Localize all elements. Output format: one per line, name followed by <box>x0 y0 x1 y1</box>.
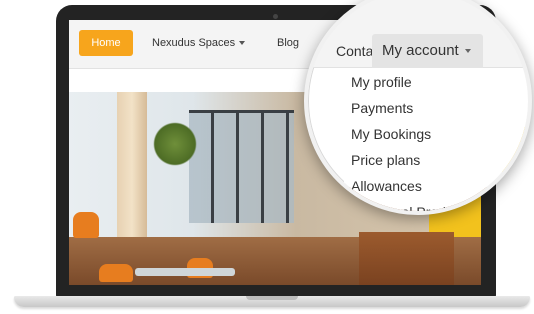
magnified-navbar: Conta My account <box>308 0 528 68</box>
hero-chair <box>73 212 99 238</box>
nav-spaces-label: Nexudus Spaces <box>152 37 236 49</box>
hero-glass-wall <box>189 110 294 223</box>
my-account-label: My account <box>382 42 459 59</box>
nav-spaces-dropdown[interactable]: Nexudus Spaces <box>152 30 246 56</box>
account-dropdown-menu: My profile Payments My Bookings Price pl… <box>344 68 528 211</box>
hero-chair <box>99 264 133 282</box>
menu-item-my-bookings[interactable]: My Bookings <box>351 126 431 142</box>
my-account-dropdown[interactable]: My account <box>372 34 483 68</box>
hero-plant <box>153 122 197 166</box>
menu-item-payments[interactable]: Payments <box>351 100 413 116</box>
chevron-down-icon <box>239 41 246 46</box>
hero-column <box>117 92 147 252</box>
menu-item-my-profile[interactable]: My profile <box>351 74 412 90</box>
magnified-contact-link[interactable]: Conta <box>336 43 373 59</box>
laptop-base <box>14 296 530 307</box>
magnified-account-menu: Conta My account My profile Payments My … <box>304 0 532 215</box>
laptop-notch <box>246 296 298 300</box>
hero-table <box>135 268 235 276</box>
hero-cabinet <box>359 232 454 285</box>
chevron-down-icon <box>464 49 471 54</box>
camera-icon <box>273 14 278 19</box>
menu-item-allowances[interactable]: Allowances <box>351 178 422 194</box>
nav-blog-link[interactable]: Blog <box>277 30 299 56</box>
menu-item-price-plans[interactable]: Price plans <box>351 152 420 168</box>
nav-home-button[interactable]: Home <box>79 30 133 56</box>
